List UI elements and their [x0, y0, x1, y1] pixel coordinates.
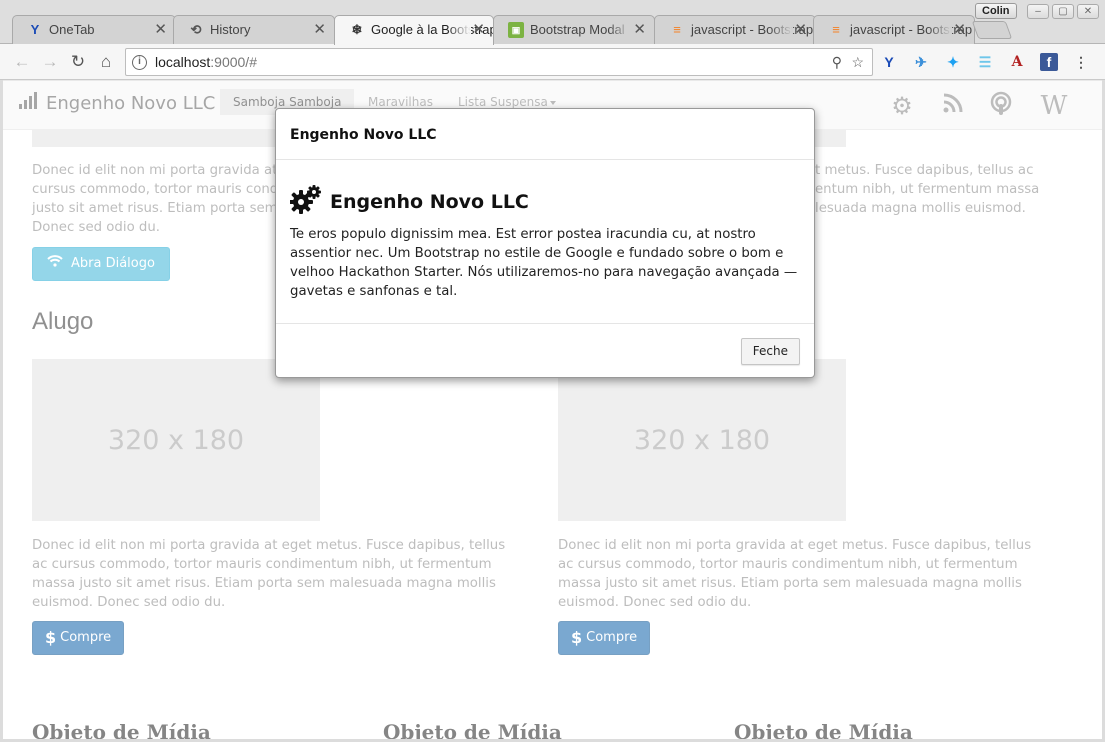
- web-page: Engenho Novo LLC Samboja Samboja Maravil…: [3, 81, 1102, 739]
- address-bar[interactable]: i localhost:9000/# ⚲ ☆: [125, 48, 873, 76]
- onetab-icon: Y: [30, 22, 40, 37]
- onetab-extension-icon[interactable]: Y: [880, 53, 898, 71]
- browser-toolbar: ← → ↻ ⌂ i localhost:9000/# ⚲ ☆ Y ✈ ✦ ☰ A…: [0, 44, 1105, 80]
- bookmark-star-icon[interactable]: ☆: [851, 54, 864, 71]
- bird-extension-icon[interactable]: ✈: [912, 53, 930, 71]
- tab-google-bootstrap[interactable]: ❄ Google à la Bootstrap ✕: [334, 15, 494, 45]
- tab-javascript-1[interactable]: ≡ javascript - Bootstrap ✕: [654, 15, 816, 45]
- stackoverflow-icon: ≡: [673, 22, 681, 37]
- tab-title: History: [210, 22, 251, 37]
- facebook-icon[interactable]: f: [1040, 53, 1058, 71]
- close-icon[interactable]: ✕: [794, 16, 807, 44]
- close-icon[interactable]: ✕: [154, 16, 167, 44]
- url-host: localhost: [155, 54, 211, 70]
- zoom-icon[interactable]: ⚲: [832, 54, 842, 71]
- gears-icon: [289, 184, 322, 219]
- tab-onetab[interactable]: Y OneTab ✕: [12, 15, 176, 45]
- home-button[interactable]: ⌂: [96, 52, 116, 72]
- browser-tab-strip: Y OneTab ✕ ⟲ History ✕ ❄ Google à la Boo…: [0, 0, 1105, 45]
- twitter-icon[interactable]: ✦: [944, 53, 962, 71]
- close-icon[interactable]: ✕: [472, 16, 485, 44]
- modal-title-text: Engenho Novo LLC: [330, 190, 529, 213]
- url-text: localhost:9000/#: [155, 54, 257, 70]
- window-close-button[interactable]: ✕: [1077, 4, 1099, 19]
- profile-button[interactable]: Colin: [975, 3, 1017, 19]
- tab-bootstrap-modal[interactable]: ▣ Bootstrap Modal ✕: [493, 15, 655, 45]
- info-icon[interactable]: i: [132, 55, 147, 70]
- modal-title: Engenho Novo LLC: [289, 184, 800, 219]
- back-button[interactable]: ←: [12, 52, 32, 72]
- reload-button[interactable]: ↻: [68, 52, 88, 72]
- modal-dialog: Engenho Novo LLC Engenho Novo LLC Te ero…: [275, 108, 815, 378]
- new-tab-button[interactable]: [971, 21, 1013, 39]
- tab-javascript-2[interactable]: ≡ javascript - Bootstrap ✕: [813, 15, 975, 45]
- stackoverflow-icon: ≡: [832, 22, 840, 37]
- tab-title: OneTab: [49, 22, 95, 37]
- history-icon: ⟲: [190, 22, 202, 37]
- minimize-button[interactable]: –: [1027, 4, 1049, 19]
- modal-footer: Feche: [276, 323, 814, 378]
- bootstrap-modal-icon: ▣: [508, 22, 524, 38]
- close-modal-button[interactable]: Feche: [740, 338, 800, 365]
- url-path: :9000/#: [210, 54, 257, 70]
- modal-body: Engenho Novo LLC Te eros populo dignissi…: [276, 160, 814, 316]
- lines-extension-icon[interactable]: ☰: [976, 53, 994, 71]
- close-icon[interactable]: ✕: [313, 16, 326, 44]
- modal-text: Te eros populo dignissim mea. Est error …: [290, 227, 798, 299]
- maximize-button[interactable]: ▢: [1052, 4, 1074, 19]
- tab-history[interactable]: ⟲ History ✕: [173, 15, 335, 45]
- forward-button[interactable]: →: [40, 52, 60, 72]
- snowflake-icon: ❄: [351, 22, 363, 37]
- close-icon[interactable]: ✕: [633, 16, 646, 44]
- menu-icon[interactable]: ⋮: [1072, 53, 1090, 71]
- modal-header: Engenho Novo LLC: [276, 109, 814, 160]
- close-icon[interactable]: ✕: [953, 16, 966, 44]
- acrobat-icon[interactable]: A: [1008, 53, 1026, 71]
